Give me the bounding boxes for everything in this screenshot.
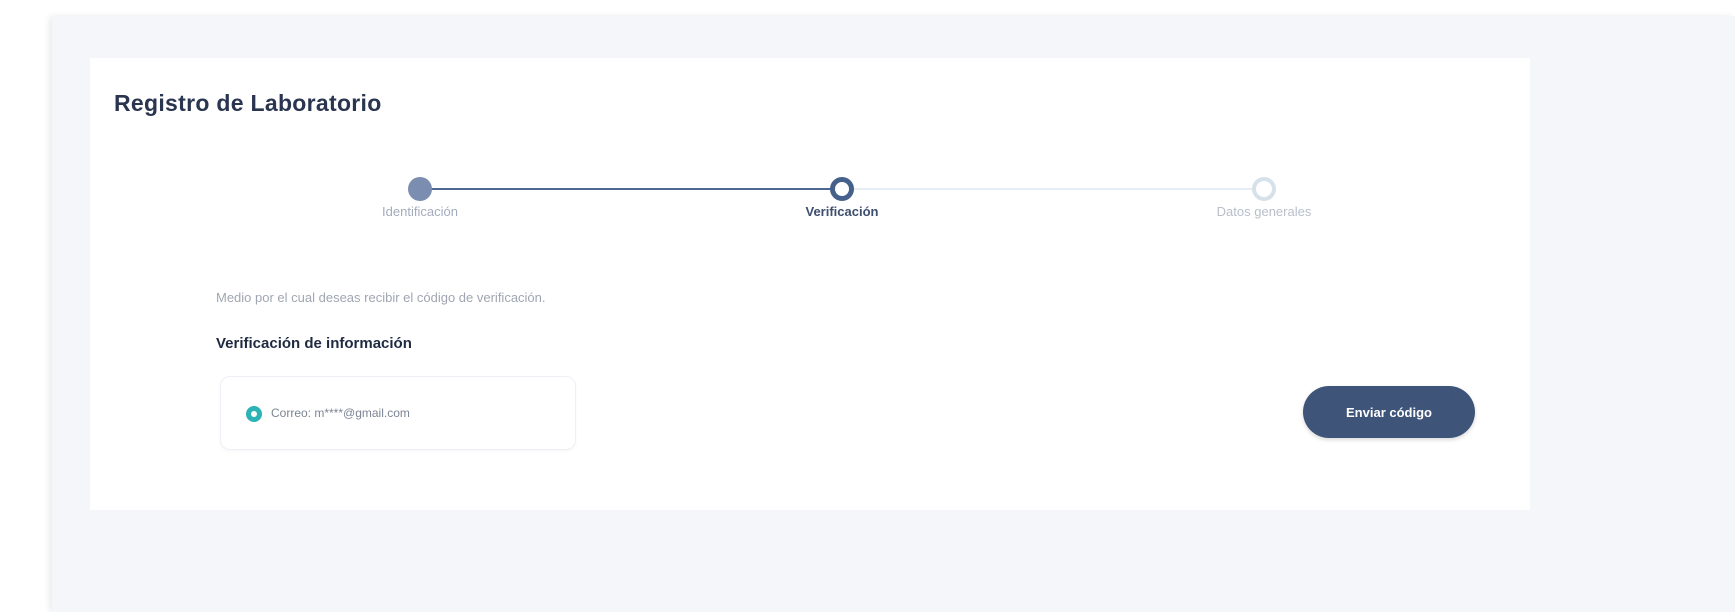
step-datos-generales-dot: [1252, 177, 1276, 201]
step-datos-generales-label: Datos generales: [1216, 204, 1312, 219]
step-verificacion-label: Verificación: [805, 204, 879, 219]
stepper-line-pending: [842, 188, 1264, 190]
section-title: Verificación de información: [216, 335, 412, 352]
send-code-button[interactable]: Enviar código: [1303, 386, 1475, 438]
email-option-label: Correo: m****@gmail.com: [271, 406, 410, 420]
stepper-line-completed: [420, 188, 842, 190]
content-area: Registro de Laboratorio Identificación V…: [52, 16, 1735, 612]
step-identificacion-label: Identificación: [382, 204, 458, 219]
step-identificacion-dot: [408, 177, 432, 201]
progress-stepper: Identificación Verificación Datos genera…: [90, 58, 1530, 238]
email-verification-option[interactable]: Correo: m****@gmail.com: [220, 376, 576, 450]
radio-selected-icon[interactable]: [246, 406, 262, 422]
verification-hint: Medio por el cual deseas recibir el códi…: [216, 290, 546, 305]
step-verificacion-dot: [830, 177, 854, 201]
registration-card: Registro de Laboratorio Identificación V…: [90, 58, 1530, 510]
